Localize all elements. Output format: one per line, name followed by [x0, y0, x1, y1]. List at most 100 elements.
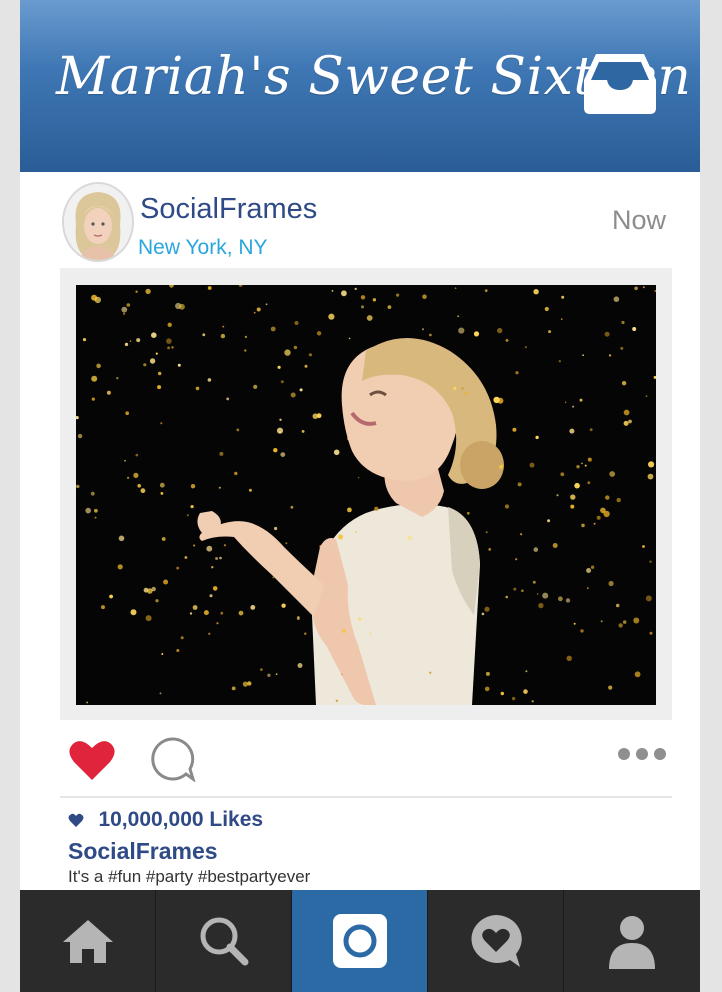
confetti-speck [580, 629, 584, 633]
confetti-speck [273, 448, 278, 453]
confetti-speck [106, 390, 111, 395]
more-options-icon[interactable] [616, 744, 668, 764]
confetti-speck [299, 388, 303, 392]
confetti-speck [338, 534, 343, 540]
confetti-speck [360, 295, 366, 300]
small-heart-icon [68, 813, 84, 827]
confetti-speck [511, 696, 516, 701]
confetti-speck [167, 346, 170, 350]
confetti-speck [622, 620, 627, 624]
confetti-speck [109, 594, 113, 599]
confetti-speck [608, 580, 614, 587]
post-location[interactable]: New York, NY [138, 234, 268, 262]
inbox-icon[interactable] [582, 50, 658, 116]
confetti-speck [94, 516, 97, 519]
confetti-speck [116, 377, 119, 380]
confetti-speck [122, 312, 126, 315]
confetti-speck [454, 287, 457, 289]
confetti-speck [620, 346, 624, 350]
confetti-speck [145, 288, 151, 295]
page-title: Mariah's Sweet Sixteen [56, 47, 692, 107]
post-username[interactable]: SocialFrames [140, 190, 317, 228]
confetti-speck [226, 397, 230, 401]
confetti-speck [461, 387, 464, 390]
confetti-speck [600, 507, 606, 514]
comment-icon[interactable] [150, 736, 196, 782]
confetti-speck [216, 622, 219, 625]
confetti-speck [124, 460, 126, 462]
confetti-speck [584, 464, 587, 467]
tab-home[interactable] [20, 890, 156, 992]
confetti-speck [484, 686, 490, 692]
confetti-speck [127, 476, 130, 479]
confetti-speck [244, 349, 247, 352]
confetti-speck [570, 494, 576, 500]
home-icon [62, 920, 113, 963]
confetti-speck [207, 286, 212, 290]
confetti-speck [473, 331, 480, 337]
confetti-speck [538, 602, 544, 609]
confetti-speck [581, 523, 585, 528]
avatar[interactable] [64, 184, 132, 260]
confetti-speck [296, 617, 300, 620]
tab-profile[interactable] [564, 890, 700, 992]
confetti-speck [383, 677, 385, 679]
confetti-speck [160, 422, 163, 425]
confetti-speck [615, 603, 620, 608]
confetti-speck [466, 511, 470, 515]
tab-camera[interactable] [292, 890, 428, 992]
heart-bubble-icon [470, 915, 522, 967]
confetti-speck [231, 686, 236, 691]
confetti-speck [133, 472, 139, 478]
confetti-speck [493, 396, 500, 404]
confetti-speck [647, 473, 654, 480]
caption-text: It's a #fun #party #bestpartyever [68, 867, 311, 886]
confetti-speck [193, 544, 196, 547]
confetti-speck [642, 286, 645, 289]
confetti-speck [290, 392, 296, 398]
confetti-speck [531, 700, 534, 703]
confetti-speck [155, 599, 159, 603]
confetti-speck [220, 611, 224, 615]
confetti-speck [176, 566, 180, 570]
confetti-speck [542, 592, 549, 599]
like-heart-icon[interactable] [68, 738, 116, 782]
confetti-speck [586, 587, 589, 590]
confetti-speck [151, 332, 157, 338]
confetti-speck [621, 381, 627, 386]
divider [60, 796, 672, 798]
likes-row[interactable]: 10,000,000 Likes [68, 808, 263, 836]
confetti-speck [642, 545, 645, 548]
confetti-speck [151, 586, 156, 592]
confetti-speck [609, 471, 616, 477]
post-photo[interactable] [76, 285, 656, 705]
confetti-speck [279, 418, 282, 421]
confetti-speck [573, 622, 576, 625]
confetti-speck [308, 353, 312, 357]
confetti-speck [504, 504, 510, 509]
confetti-speck [248, 488, 252, 492]
tab-search[interactable] [156, 890, 292, 992]
confetti-speck [265, 303, 268, 306]
confetti-speck [576, 465, 580, 469]
confetti-speck [649, 631, 653, 635]
search-icon [200, 917, 248, 966]
confetti-speck [145, 615, 152, 622]
confetti-speck [118, 535, 125, 542]
confetti-speck [260, 668, 263, 671]
confetti-speck [608, 685, 613, 690]
confetti-speck [560, 318, 563, 320]
confetti-speck [333, 449, 340, 456]
confetti-speck [281, 603, 286, 608]
confetti-speck [589, 428, 593, 432]
confetti-speck [556, 494, 559, 497]
caption-username[interactable]: SocialFrames [68, 836, 218, 866]
confetti-speck [532, 580, 536, 584]
confetti-speck [161, 653, 164, 655]
confetti-speck [372, 298, 377, 302]
confetti-speck [223, 544, 226, 547]
tab-activity[interactable] [428, 890, 564, 992]
confetti-speck [158, 371, 162, 376]
confetti-speck [605, 495, 610, 500]
confetti-speck [593, 522, 596, 525]
